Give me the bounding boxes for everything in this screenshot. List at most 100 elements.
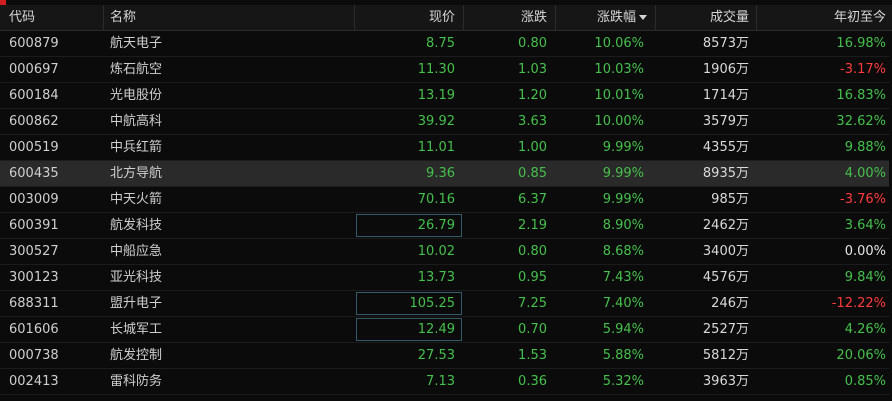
- price-value: 105.25: [355, 291, 463, 316]
- stock-name: 中兵红箭: [110, 140, 163, 155]
- change-pct-value: 8.90%: [602, 218, 644, 233]
- table-row[interactable]: 300123 亚光科技 13.73 0.95 7.43% 4576万 9.84%: [0, 265, 892, 291]
- column-header-price[interactable]: 现价: [355, 5, 463, 30]
- column-header-change[interactable]: 涨跌: [463, 5, 555, 30]
- stock-name: 中天火箭: [110, 192, 163, 207]
- price-value: 12.49: [355, 317, 463, 342]
- stock-name: 盟升电子: [110, 296, 163, 311]
- volume-value: 3963万: [702, 374, 749, 389]
- change-value: 0.80: [518, 244, 547, 259]
- stock-code: 600435: [9, 166, 59, 181]
- change-value: 0.95: [518, 270, 547, 285]
- table-row[interactable]: 003009 中天火箭 70.16 6.37 9.99% 985万 -3.76%: [0, 187, 892, 213]
- table-row[interactable]: 601606 长城军工 12.49 0.70 5.94% 2527万 4.26%: [0, 317, 892, 343]
- volume-value: 4576万: [702, 270, 749, 285]
- volume-value: 1906万: [702, 62, 749, 77]
- ytd-value: 9.84%: [844, 270, 886, 285]
- price-value: 39.92: [417, 114, 455, 129]
- price-value: 13.73: [417, 270, 455, 285]
- change-pct-value: 10.01%: [594, 88, 644, 103]
- change-value: 1.20: [518, 88, 547, 103]
- ytd-value: -12.22%: [831, 296, 886, 311]
- stock-code: 688311: [9, 296, 59, 311]
- ytd-value: 32.62%: [836, 114, 886, 129]
- column-header-change-pct[interactable]: 涨跌幅: [555, 5, 655, 30]
- column-header-ytd[interactable]: 年初至今: [756, 5, 892, 30]
- stock-code: 600879: [9, 36, 59, 51]
- volume-value: 2462万: [702, 218, 749, 233]
- stock-table: 代码 名称 现价 涨跌 涨跌幅 成交量 年初至今 600879 航天电子 8.75 0…: [0, 0, 892, 401]
- table-row[interactable]: 002413 雷科防务 7.13 0.36 5.32% 3963万 0.85%: [0, 369, 892, 395]
- change-value: 6.37: [518, 192, 547, 207]
- volume-value: 8573万: [702, 36, 749, 51]
- column-header-volume[interactable]: 成交量: [655, 5, 756, 30]
- ytd-value: -3.17%: [840, 62, 886, 77]
- change-pct-value: 9.99%: [602, 140, 644, 155]
- table-row[interactable]: 688311 盟升电子 105.25 7.25 7.40% 246万 -12.22%: [0, 291, 892, 317]
- change-pct-value: 10.03%: [594, 62, 644, 77]
- stock-code: 600391: [9, 218, 59, 233]
- price-value: 13.19: [417, 88, 455, 103]
- stock-name: 炼石航空: [110, 62, 163, 77]
- stock-code: 002413: [9, 374, 59, 389]
- change-value: 1.00: [518, 140, 547, 155]
- ytd-value: 4.26%: [844, 322, 886, 337]
- column-divider[interactable]: [103, 5, 104, 30]
- stock-code: 000519: [9, 140, 59, 155]
- change-pct-value: 7.40%: [602, 296, 644, 311]
- stock-name: 航发控制: [110, 348, 163, 363]
- stock-name: 光电股份: [110, 88, 163, 103]
- volume-value: 985万: [711, 192, 749, 207]
- stock-name: 雷科防务: [110, 374, 163, 389]
- change-pct-value: 5.88%: [602, 348, 644, 363]
- change-value: 1.03: [518, 62, 547, 77]
- table-row-selected[interactable]: 600435 北方导航 9.36 0.85 9.99% 8935万 4.00%: [0, 161, 892, 187]
- change-value: 2.19: [518, 218, 547, 233]
- stock-code: 000738: [9, 348, 59, 363]
- price-value: 9.36: [426, 166, 455, 181]
- change-pct-value: 10.00%: [594, 114, 644, 129]
- column-header-name[interactable]: 名称: [110, 5, 230, 30]
- volume-value: 5812万: [702, 348, 749, 363]
- change-pct-value: 9.99%: [602, 192, 644, 207]
- price-value: 8.75: [426, 36, 455, 51]
- change-pct-value: 7.43%: [602, 270, 644, 285]
- table-row[interactable]: 600391 航发科技 26.79 2.19 8.90% 2462万 3.64%: [0, 213, 892, 239]
- change-value: 3.63: [518, 114, 547, 129]
- stock-name: 北方导航: [110, 166, 163, 181]
- change-value: 0.36: [518, 374, 547, 389]
- price-value: 27.53: [417, 348, 455, 363]
- table-row[interactable]: 000738 航发控制 27.53 1.53 5.88% 5812万 20.06%: [0, 343, 892, 369]
- sort-desc-icon[interactable]: [639, 15, 647, 20]
- change-value: 1.53: [518, 348, 547, 363]
- price-value: 7.13: [426, 374, 455, 389]
- stock-code: 601606: [9, 322, 59, 337]
- ytd-value: 16.98%: [836, 36, 886, 51]
- table-row[interactable]: 000519 中兵红箭 11.01 1.00 9.99% 4355万 9.88%: [0, 135, 892, 161]
- stock-name: 航发科技: [110, 218, 163, 233]
- table-row[interactable]: 000697 炼石航空 11.30 1.03 10.03% 1906万 -3.17%: [0, 57, 892, 83]
- change-pct-value: 5.32%: [602, 374, 644, 389]
- ytd-value: 9.88%: [844, 140, 886, 155]
- ytd-value: 0.85%: [844, 374, 886, 389]
- stock-code: 300123: [9, 270, 59, 285]
- stock-name: 航天电子: [110, 36, 163, 51]
- table-row[interactable]: 600862 中航高科 39.92 3.63 10.00% 3579万 32.62%: [0, 109, 892, 135]
- price-value: 70.16: [417, 192, 455, 207]
- table-row[interactable]: 600184 光电股份 13.19 1.20 10.01% 1714万 16.83%: [0, 83, 892, 109]
- stock-code: 300527: [9, 244, 59, 259]
- change-value: 0.80: [518, 36, 547, 51]
- ytd-value: 4.00%: [844, 166, 886, 181]
- stock-code: 600184: [9, 88, 59, 103]
- volume-value: 2527万: [702, 322, 749, 337]
- stock-code: 003009: [9, 192, 59, 207]
- change-pct-value: 5.94%: [602, 322, 644, 337]
- change-pct-value: 9.99%: [602, 166, 644, 181]
- price-value: 10.02: [417, 244, 455, 259]
- table-row[interactable]: 300527 中船应急 10.02 0.80 8.68% 3400万 0.00%: [0, 239, 892, 265]
- volume-value: 8935万: [702, 166, 749, 181]
- change-value: 0.70: [518, 322, 547, 337]
- stock-name: 中航高科: [110, 114, 163, 129]
- column-header-code[interactable]: 代码: [9, 5, 99, 30]
- table-row[interactable]: 600879 航天电子 8.75 0.80 10.06% 8573万 16.98%: [0, 31, 892, 57]
